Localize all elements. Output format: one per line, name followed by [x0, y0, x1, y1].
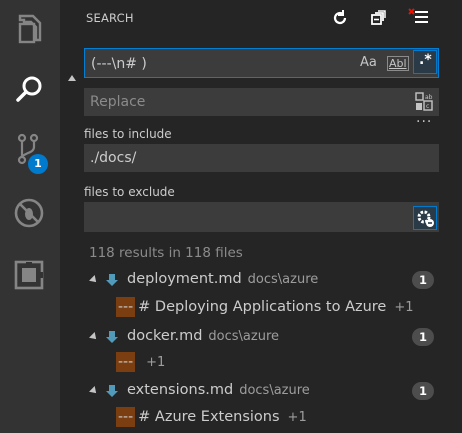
- files-to-include-input[interactable]: ./docs/: [84, 144, 439, 172]
- result-file-name: extensions.md: [127, 382, 234, 398]
- expanded-chevron-icon[interactable]: [89, 332, 99, 342]
- match-case-toggle[interactable]: Aa: [360, 55, 377, 70]
- replace-input[interactable]: Replace: [84, 88, 439, 116]
- svg-text:ab: ab: [425, 94, 433, 101]
- result-count-badge: 1: [412, 271, 434, 289]
- activity-explorer[interactable]: [0, 0, 60, 56]
- result-file-row[interactable]: deployment.md docs\azure 1: [60, 268, 462, 292]
- activity-debug[interactable]: [0, 186, 60, 242]
- refresh-icon: [333, 10, 347, 25]
- result-count-badge: 1: [412, 382, 434, 400]
- expanded-chevron-icon[interactable]: [89, 386, 99, 396]
- collapse-all-icon: [371, 10, 386, 25]
- result-file-label: docker.md docs\azure: [127, 328, 279, 344]
- result-file-label: deployment.md docs\azure: [127, 271, 318, 287]
- clear-results-icon: [408, 8, 428, 23]
- activity-extensions[interactable]: [0, 248, 60, 304]
- search-sidebar: SEARCH (---\n#) Aa Abl .* Replace ab c …: [60, 0, 462, 433]
- activity-bar: 1: [0, 0, 60, 433]
- search-input-value: (---\n# ): [91, 56, 147, 72]
- files-to-include-value: ./docs/: [90, 150, 137, 166]
- regex-toggle[interactable]: .*: [413, 50, 437, 74]
- use-exclude-settings-button[interactable]: [413, 206, 437, 230]
- replace-all-icon: ab c: [415, 92, 433, 111]
- collapse-all-button[interactable]: [368, 8, 388, 28]
- result-file-name: deployment.md: [127, 271, 242, 287]
- result-file-name: docker.md: [127, 328, 203, 344]
- clear-results-button[interactable]: [408, 8, 428, 28]
- result-file-row[interactable]: docker.md docs\azure 1: [60, 325, 462, 349]
- toggle-replace-chevron-icon[interactable]: [68, 75, 76, 81]
- match-highlight: ---: [116, 352, 136, 372]
- files-to-exclude-label: files to exclude: [84, 185, 175, 199]
- markdown-file-icon: [106, 331, 118, 343]
- replace-all-button[interactable]: ab c: [415, 92, 433, 116]
- result-match-row[interactable]: --- # Azure Extensions +1: [116, 407, 456, 429]
- match-plus-count: +1: [146, 355, 166, 370]
- source-control-badge: 1: [28, 154, 48, 174]
- gear-exclude-icon: [417, 210, 434, 227]
- match-plus-count: +1: [394, 300, 414, 315]
- result-file-path: docs\azure: [208, 329, 280, 344]
- result-file-row[interactable]: extensions.md docs\azure 1: [60, 379, 462, 403]
- result-file-label: extensions.md docs\azure: [127, 382, 310, 398]
- result-file-path: docs\azure: [247, 272, 319, 287]
- files-to-include-label: files to include: [84, 127, 172, 141]
- debug-disabled-icon: [14, 198, 44, 228]
- search-icon: [16, 76, 42, 102]
- toggle-search-details-button[interactable]: ···: [416, 114, 432, 130]
- results-summary: 118 results in 118 files: [89, 245, 243, 261]
- files-to-exclude-input[interactable]: [84, 202, 439, 232]
- result-match-row[interactable]: --- # Deploying Applications to Azure +1: [116, 297, 456, 319]
- markdown-file-icon: [106, 274, 118, 286]
- sidebar-title: SEARCH: [86, 11, 134, 25]
- search-input[interactable]: (---\n# ): [84, 48, 439, 78]
- result-match-row[interactable]: --- +1: [116, 352, 456, 374]
- match-text: # Deploying Applications to Azure: [138, 299, 387, 315]
- activity-search[interactable]: [0, 62, 60, 118]
- match-highlight: ---: [116, 407, 136, 427]
- match-text: # Azure Extensions: [138, 409, 280, 425]
- whole-word-toggle[interactable]: Abl: [387, 56, 409, 71]
- regex-icon: .*: [419, 52, 432, 68]
- expanded-chevron-icon[interactable]: [89, 275, 99, 285]
- markdown-file-icon: [106, 385, 118, 397]
- refresh-button[interactable]: [330, 8, 350, 28]
- svg-text:c: c: [426, 103, 429, 110]
- replace-input-placeholder: Replace: [90, 94, 146, 110]
- match-highlight: ---: [116, 297, 136, 317]
- result-file-path: docs\azure: [239, 383, 310, 398]
- files-icon: [18, 14, 42, 44]
- result-count-badge: 1: [412, 328, 434, 346]
- match-plus-count: +1: [287, 410, 307, 425]
- extensions-icon: [14, 260, 44, 290]
